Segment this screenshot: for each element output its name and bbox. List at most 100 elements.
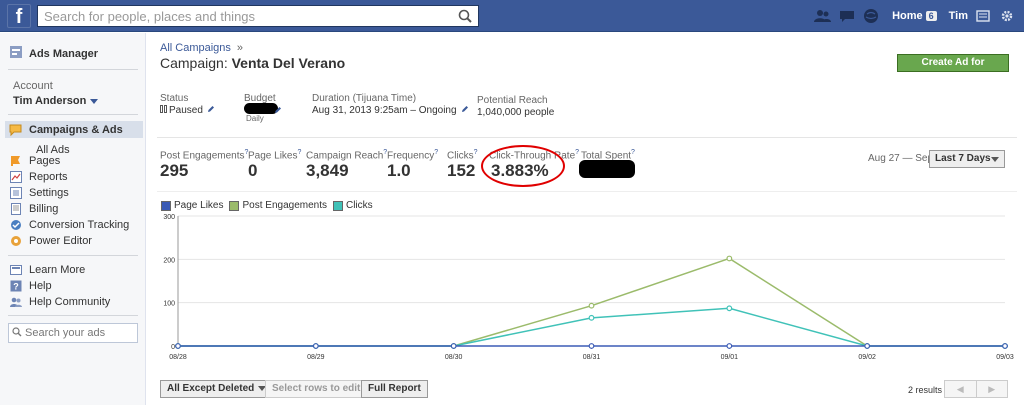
section-divider <box>157 137 1017 138</box>
stat-value-page-likes: 0 <box>248 161 258 180</box>
series-line-clicks <box>178 307 1005 347</box>
sidebar-item-learn-more[interactable]: Learn More <box>9 262 85 278</box>
pages-icon <box>9 154 23 168</box>
stat-label-frequency: Frequency? <box>387 149 439 162</box>
help-icon: ? <box>9 279 23 293</box>
home-link[interactable]: Home 6 <box>892 10 937 22</box>
page-title: Campaign: Venta Del Verano <box>160 55 346 71</box>
results-count: 2 results <box>908 385 943 395</box>
chevron-down-icon <box>90 98 99 104</box>
search-ads-box <box>8 323 138 343</box>
search-icon[interactable] <box>457 8 475 24</box>
duration-value[interactable]: Aug 31, 2013 9:25am – Ongoing <box>312 105 469 116</box>
create-ad-button[interactable]: Create Ad for Campaign <box>897 54 1009 84</box>
sidebar-item-billing[interactable]: Billing <box>9 201 58 217</box>
breadcrumb-all-campaigns[interactable]: All Campaigns <box>160 42 231 54</box>
x-tick-label: 08/31 <box>583 354 601 361</box>
potential-reach-value: 1,040,000 people <box>477 107 555 118</box>
account-selector[interactable]: Tim Anderson <box>13 95 99 107</box>
settings-icon <box>9 186 23 200</box>
legend-item-post-engagements[interactable]: Post Engagements <box>229 200 327 211</box>
stat-label-campaign-reach: Campaign Reach? <box>306 149 388 162</box>
line-chart: 300 200 100 0 08/28 08/29 08/30 08/31 09/01 09/02… <box>163 214 1014 361</box>
sidebar-divider <box>8 69 138 70</box>
y-tick-label: 300 <box>163 214 175 221</box>
ads-manager-icon <box>9 45 23 62</box>
pager-next-icon[interactable]: ▶ <box>977 381 1008 397</box>
sidebar-item-campaigns-ads[interactable]: Campaigns & Ads <box>5 121 143 138</box>
profile-link[interactable]: Tim <box>949 10 968 22</box>
data-point <box>312 343 319 349</box>
x-tick-label: 09/01 <box>721 354 739 361</box>
x-tick-label: 08/29 <box>307 354 325 361</box>
sidebar-item-help[interactable]: ? Help <box>9 278 52 294</box>
y-tick-label: 0 <box>171 344 175 351</box>
friend-requests-icon[interactable] <box>814 7 832 25</box>
select-rows-button[interactable]: Select rows to edit <box>265 380 368 398</box>
date-range-dropdown[interactable]: Last 7 Days <box>929 150 1005 168</box>
sidebar-item-power-editor[interactable]: Power Editor <box>9 233 92 249</box>
top-bar: f Home6 Tim <box>0 0 1024 32</box>
data-point <box>588 314 595 321</box>
data-point <box>450 343 457 349</box>
top-right-nav: Home 6 Tim <box>808 0 1024 32</box>
global-search <box>37 5 479 27</box>
status-value[interactable]: Paused <box>160 105 215 116</box>
edit-duration-pencil-icon[interactable] <box>461 105 469 116</box>
data-point <box>726 255 733 262</box>
x-tick-label: 09/02 <box>858 354 876 361</box>
legend-item-page-likes[interactable]: Page Likes <box>161 200 223 211</box>
ctr-highlight-annotation <box>481 145 565 187</box>
search-ads-input[interactable] <box>25 327 135 339</box>
stat-label-clicks: Clicks? <box>447 149 478 162</box>
sidebar-item-pages[interactable]: Pages <box>9 153 60 169</box>
x-tick-label: 09/03 <box>996 354 1014 361</box>
data-point <box>588 343 595 349</box>
account-label: Account <box>13 80 53 92</box>
data-point <box>175 343 181 349</box>
stat-value-campaign-reach: 3,849 <box>306 161 349 180</box>
facebook-logo[interactable]: f <box>7 4 31 28</box>
legend-swatch <box>161 200 171 211</box>
total-spent-redacted <box>579 160 635 178</box>
gear-icon[interactable] <box>998 7 1016 25</box>
sidebar-item-reports[interactable]: Reports <box>9 169 68 185</box>
chevron-down-icon <box>991 157 999 162</box>
status-label: Status <box>160 93 189 104</box>
budget-value-redacted <box>244 103 278 114</box>
privacy-shortcuts-icon[interactable] <box>974 7 992 25</box>
sidebar-item-help-community[interactable]: Help Community <box>9 294 110 310</box>
stat-value-frequency: 1.0 <box>387 161 411 180</box>
community-icon <box>9 295 23 309</box>
full-report-button[interactable]: Full Report <box>361 380 428 398</box>
data-point <box>726 343 733 349</box>
x-tick-label: 08/28 <box>169 354 187 361</box>
pager-prev-icon[interactable]: ◀ <box>945 381 977 397</box>
breadcrumb: All Campaigns» <box>160 42 244 54</box>
global-search-input[interactable] <box>38 6 448 26</box>
budget-period: Daily <box>246 114 264 123</box>
edit-status-pencil-icon[interactable] <box>207 105 215 116</box>
campaign-icon <box>9 123 23 137</box>
filter-dropdown[interactable]: All Except Deleted <box>160 380 274 398</box>
notifications-globe-icon[interactable] <box>862 7 880 25</box>
legend-swatch <box>229 200 240 211</box>
reports-icon <box>9 170 23 184</box>
main-content: All Campaigns» Campaign: Venta Del Veran… <box>147 33 1024 405</box>
data-point <box>726 305 733 312</box>
y-tick-label: 200 <box>163 257 175 264</box>
messages-icon[interactable] <box>838 7 856 25</box>
sidebar-divider <box>8 255 138 256</box>
legend-item-clicks[interactable]: Clicks <box>332 200 373 211</box>
sidebar-item-settings[interactable]: Settings <box>9 185 69 201</box>
ads-manager-title[interactable]: Ads Manager <box>9 45 98 62</box>
data-point <box>864 343 871 349</box>
stat-value-clicks: 152 <box>447 161 476 180</box>
sidebar-item-conversion-tracking[interactable]: Conversion Tracking <box>9 217 129 233</box>
home-count-badge: 6 <box>925 11 937 21</box>
edit-budget-pencil-icon[interactable] <box>274 105 282 117</box>
conversion-icon <box>9 218 23 232</box>
section-divider <box>157 191 1017 192</box>
data-point <box>588 302 595 309</box>
x-tick-label: 08/30 <box>445 354 463 361</box>
